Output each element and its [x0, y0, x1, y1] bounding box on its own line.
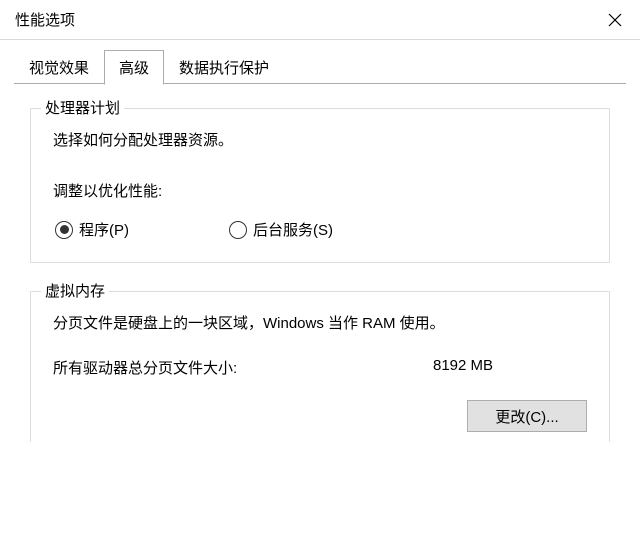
tab-dep[interactable]: 数据执行保护 [164, 50, 284, 84]
tab-visual-effects[interactable]: 视觉效果 [14, 50, 104, 84]
radio-icon [229, 221, 247, 239]
vm-legend: 虚拟内存 [41, 280, 109, 301]
tab-strip: 视觉效果 高级 数据执行保护 [0, 40, 640, 84]
radio-background-label: 后台服务(S) [253, 219, 333, 240]
window-title: 性能选项 [15, 9, 75, 30]
vm-description: 分页文件是硬盘上的一块区域，Windows 当作 RAM 使用。 [53, 312, 587, 333]
vm-button-row: 更改(C)... [53, 400, 587, 432]
scheduling-description: 选择如何分配处理器资源。 [53, 129, 587, 150]
close-icon [608, 13, 622, 27]
radio-programs-label: 程序(P) [79, 219, 129, 240]
processor-scheduling-group: 处理器计划 选择如何分配处理器资源。 调整以优化性能: 程序(P) 后台服务(S… [30, 108, 610, 263]
scheduling-legend: 处理器计划 [41, 97, 124, 118]
virtual-memory-group: 虚拟内存 分页文件是硬盘上的一块区域，Windows 当作 RAM 使用。 所有… [30, 291, 610, 442]
adjust-label: 调整以优化性能: [53, 180, 587, 201]
radio-programs[interactable]: 程序(P) [55, 219, 129, 240]
change-button[interactable]: 更改(C)... [467, 400, 587, 432]
vm-size-row: 所有驱动器总分页文件大小: 8192 MB [53, 357, 587, 378]
close-button[interactable] [590, 0, 640, 40]
radio-background-services[interactable]: 后台服务(S) [229, 219, 333, 240]
tab-advanced[interactable]: 高级 [104, 50, 164, 85]
titlebar: 性能选项 [0, 0, 640, 40]
radio-icon [55, 221, 73, 239]
vm-size-label: 所有驱动器总分页文件大小: [53, 357, 433, 378]
vm-size-value: 8192 MB [433, 357, 493, 378]
tab-content: 处理器计划 选择如何分配处理器资源。 调整以优化性能: 程序(P) 后台服务(S… [0, 84, 640, 442]
scheduling-radios: 程序(P) 后台服务(S) [53, 219, 587, 240]
